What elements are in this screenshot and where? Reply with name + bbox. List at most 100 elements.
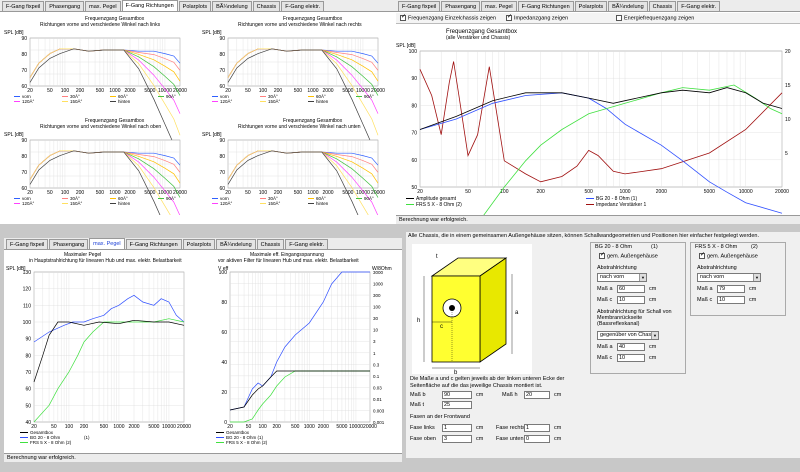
tab-3[interactable]: F-Gang Richtungen	[121, 0, 178, 11]
tab-0[interactable]: F-Gang fixpeil	[2, 1, 45, 11]
y-tick-label: 80	[219, 52, 225, 58]
check-impedance[interactable]: Impedanzgang zeigen	[506, 13, 569, 22]
x-tick-label: 20000	[775, 189, 789, 195]
tab-7[interactable]: F-Gang elektr.	[677, 1, 721, 11]
checkbox-icon[interactable]	[699, 251, 705, 259]
x-tick-label: 500	[100, 424, 109, 430]
dim-input-t[interactable]: 25	[442, 401, 472, 409]
mass-c-input[interactable]: 10	[617, 296, 645, 304]
chevron-down-icon[interactable]: ▼	[753, 274, 760, 281]
checkbox-icon[interactable]	[400, 13, 406, 21]
chart-subtitle: Richtungen vorne und verschiedene Winkel…	[238, 22, 362, 28]
mass-a2-input[interactable]: 40	[617, 343, 645, 351]
checkbox-icon[interactable]	[506, 13, 512, 21]
unit: cm	[649, 355, 657, 361]
legend-label: hinten	[316, 99, 329, 104]
y-tick-label: 120	[23, 287, 32, 293]
tab-2[interactable]: max. Pegel	[85, 1, 121, 11]
tab-7[interactable]: F-Gang elektr.	[285, 239, 329, 249]
y-tick-label: 60	[25, 387, 31, 393]
y-tick-label: 70	[219, 68, 225, 74]
tab-7[interactable]: F-Gang elektr.	[281, 1, 325, 11]
fase-input-top[interactable]: 3	[442, 435, 472, 443]
mass-c2-input[interactable]: 10	[617, 354, 645, 362]
fase-input-right[interactable]: 1	[524, 424, 550, 432]
status-bar: Berechnung war erfolgreich.	[4, 453, 402, 462]
x-tick-label: 100	[61, 88, 70, 94]
tab-2[interactable]: max. Pegel	[481, 1, 517, 11]
legend-label: hinten	[316, 201, 329, 206]
x-tick-label: 10000	[162, 424, 176, 430]
mass-a2-label: Maß a	[597, 344, 613, 350]
y-tick-label: 60	[411, 158, 417, 164]
legend-label: Impedanz Verstärker 1	[596, 202, 647, 208]
y-tick-label-right: 1000	[373, 282, 384, 287]
checkbox-icon[interactable]	[599, 251, 605, 259]
y-tick-label: 80	[21, 154, 27, 160]
x-tick-label: 100	[259, 190, 268, 196]
y-tick-label: 100	[409, 49, 418, 55]
tab-0[interactable]: F-Gang fixpeil	[398, 1, 441, 11]
tab-3[interactable]: F-Gang Richtungen	[125, 239, 182, 249]
tab-3[interactable]: F-Gang Richtungen	[517, 1, 574, 11]
tab-0[interactable]: F-Gang fixpeil	[6, 239, 49, 249]
mass-a-input[interactable]: 79	[717, 285, 745, 293]
fase-input-left[interactable]: 1	[442, 424, 472, 432]
legend-label: hinten	[118, 201, 131, 206]
chevron-down-icon[interactable]: ▼	[651, 332, 658, 339]
checkbox-icon[interactable]	[616, 15, 622, 21]
check-energy[interactable]: Energiefrequenzgang zeigen	[616, 15, 694, 21]
gem-check[interactable]: gem. Außengehäuse	[599, 251, 658, 259]
fasen-title: Fasen an der Frontwand	[410, 414, 470, 420]
gem-check[interactable]: gem. Außengehäuse	[699, 251, 758, 260]
abstrahl-select[interactable]: nach vorn ▼	[697, 273, 761, 282]
tab-1[interactable]: Phasengang	[49, 239, 89, 249]
tab-4[interactable]: Polarplots	[178, 1, 212, 11]
check-single-chassis[interactable]: Frequenzgang Einzelchassis zeigen	[400, 13, 497, 22]
tab-5[interactable]: BÃ¼ndelung	[608, 1, 648, 11]
mass-c2-label: Maß c	[597, 355, 613, 361]
mass-a-input[interactable]: 60	[617, 285, 645, 293]
tab-6[interactable]: Chassis	[648, 1, 677, 11]
abstrahl2-select[interactable]: gegenüber von Chassis ▼	[597, 331, 659, 340]
abstrahl-select[interactable]: nach vorn ▼	[597, 273, 647, 282]
tab-5[interactable]: BÃ¼ndelung	[216, 239, 256, 249]
check-label: Impedanzgang zeigen	[514, 15, 569, 22]
y-tick-label: 100	[23, 320, 32, 326]
check-label: Frequenzgang Einzelchassis zeigen	[408, 15, 497, 22]
fase-input-bottom[interactable]: 0	[524, 435, 550, 443]
y-tick-label: 110	[23, 303, 31, 309]
tab-1[interactable]: Phasengang	[45, 1, 85, 11]
tab-4[interactable]: Polarplots	[574, 1, 608, 11]
gem-label: gem. Außengehäuse	[707, 253, 758, 260]
dim-input-b[interactable]: 90	[442, 391, 472, 399]
unit: cm	[476, 436, 484, 442]
check-label: Energiefrequenzgang zeigen	[624, 15, 695, 22]
y-tick-label: 40	[25, 420, 31, 426]
chart-subtitle: (alle Verstärker und Chassis)	[446, 35, 511, 41]
unit: cm	[554, 425, 562, 431]
x-tick-label: 1000	[113, 424, 124, 430]
mass-c-input[interactable]: 10	[717, 296, 745, 304]
chassis-name: BG 20 - 8 Ohm	[595, 244, 632, 250]
tab-4[interactable]: Polarplots	[182, 239, 216, 249]
x-tick-label: 10000	[349, 424, 363, 430]
tab-1[interactable]: Phasengang	[441, 1, 481, 11]
tab-5[interactable]: BÃ¼ndelung	[212, 1, 252, 11]
legend-label: 150Â°	[70, 200, 83, 206]
unit: cm	[749, 286, 757, 292]
select-value: nach vorn	[700, 274, 725, 280]
dim-input-h[interactable]: 20	[524, 391, 550, 399]
box-side	[479, 257, 507, 363]
legend-label: hinten	[118, 99, 131, 104]
x-tick-label: 500	[294, 88, 303, 94]
x-tick-label: 500	[96, 88, 105, 94]
chevron-down-icon[interactable]: ▼	[639, 274, 646, 281]
note-text: Die Maße a und c gelten jeweils ab der l…	[410, 376, 565, 389]
x-tick-label: 500	[294, 190, 303, 196]
tab-6[interactable]: Chassis	[256, 239, 285, 249]
tab-bar: F-Gang fixpeil Phasengang max. Pegel F-Gang…	[396, 0, 800, 12]
tab-2[interactable]: max. Pegel	[89, 238, 125, 249]
tab-6[interactable]: Chassis	[252, 1, 281, 11]
x-tick-label: 500	[585, 189, 594, 195]
